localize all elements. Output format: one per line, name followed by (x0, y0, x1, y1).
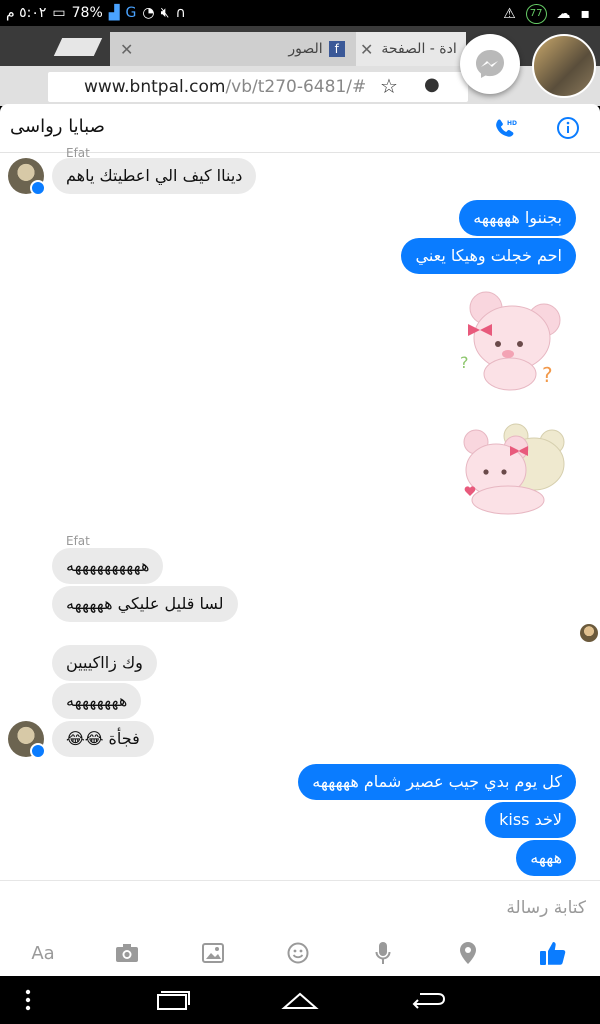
message-bubble[interactable]: لاخد kiss (485, 802, 576, 838)
camera-icon[interactable] (112, 938, 142, 968)
messenger-badge-icon (30, 180, 46, 196)
composer (0, 880, 600, 929)
contact-name[interactable]: صبايا رواسى (10, 116, 105, 137)
url-path: /vb/t270-6481/# (225, 77, 367, 97)
wifi-icon: ◔ (142, 5, 155, 21)
clock: ٥:٠٢ م (6, 5, 47, 21)
message-bubble[interactable]: هههه (516, 840, 576, 876)
browser-tab-photos[interactable]: ✕ الصور f (110, 32, 360, 66)
bear-sticker-question[interactable]: ? ? (458, 286, 568, 396)
message-bubble[interactable]: كل يوم بدي جيب عصير شمام هههههه (298, 764, 576, 800)
url-host: www.bntpal.com (84, 77, 226, 97)
bookmark-star-icon[interactable]: ☆ (380, 74, 398, 98)
status-right: ⚠ 77 ☁ ▪ (503, 4, 590, 24)
overflow-icon: ▪ (580, 6, 591, 22)
headphones-icon: ∩ (175, 5, 186, 21)
message-bubble[interactable]: بجننوا هههههه (459, 200, 576, 236)
home-icon[interactable] (280, 988, 320, 1012)
message-bubble[interactable]: لسا قليل عليكي هههههه (52, 586, 238, 622)
messenger-chat-head[interactable] (460, 34, 520, 94)
network-type: G (125, 5, 137, 21)
gallery-icon[interactable] (198, 938, 228, 968)
messenger-icon (476, 50, 504, 78)
back-icon[interactable] (408, 988, 448, 1012)
system-nav-bar (0, 976, 600, 1024)
facebook-icon: f (328, 41, 345, 57)
message-bubble[interactable]: ههههههههههه (52, 548, 164, 584)
sim-badge: 77 (525, 4, 547, 24)
mic-icon[interactable] (368, 938, 398, 968)
close-tab-icon[interactable]: ✕ (360, 40, 373, 59)
address-field[interactable]: www.bntpal.com/vb/t270-6481/# (48, 72, 468, 102)
message-bubble[interactable]: هههههههه (52, 683, 142, 719)
status-bar: ٥:٠٢ م ▭ 78% ▟ G ◔ 🔇︎ ∩ ⚠ 77 ☁ ▪ (0, 0, 600, 26)
browser-tab-page[interactable]: ✕ ادة - الصفحة (356, 32, 466, 66)
cloud-icon: ☁ (556, 6, 571, 22)
sender-name: Efat (66, 534, 90, 548)
recent-apps-icon[interactable] (152, 988, 192, 1012)
bears-sticker-hug[interactable] (458, 420, 568, 520)
emoji-icon[interactable] (283, 938, 313, 968)
status-left: ٥:٠٢ م ▭ 78% ▟ G ◔ 🔇︎ ∩ (6, 4, 186, 22)
avatar[interactable] (8, 721, 46, 759)
message-input[interactable] (44, 895, 588, 921)
close-tab-icon[interactable]: ✕ (120, 40, 133, 59)
chat-header: صبايا رواسى HD (0, 104, 600, 153)
warning-icon: ⚠ (503, 6, 516, 22)
phone-hd-icon[interactable]: HD (492, 116, 518, 142)
like-icon[interactable] (538, 938, 568, 968)
menu-dots-icon[interactable] (8, 988, 48, 1012)
svg-text:HD: HD (507, 120, 517, 127)
chat-panel: صبايا رواسى HD Efat ديناا كيف الي اعطيتك… (0, 104, 600, 976)
tab-label: الصور (288, 41, 323, 57)
info-icon[interactable] (556, 116, 582, 142)
svg-text:?: ? (542, 363, 553, 387)
message-bubble[interactable]: ديناا كيف الي اعطيتك ياهم (52, 158, 257, 194)
message-bubble[interactable]: وك زااكييين (52, 645, 157, 681)
location-icon[interactable] (453, 938, 483, 968)
composer-toolbar: Aa (0, 930, 600, 976)
tab-label: ادة - الصفحة (381, 41, 457, 57)
battery-percent: 78% (71, 5, 103, 21)
new-tab-placeholder[interactable] (53, 38, 103, 56)
mic-icon[interactable]: ● (424, 74, 440, 95)
battery-icon: ▭ (52, 5, 66, 21)
mute-icon: 🔇︎ (160, 5, 170, 21)
avatar[interactable] (8, 158, 46, 196)
messenger-badge-icon (30, 743, 46, 759)
read-receipt-avatar (580, 624, 598, 642)
message-bubble[interactable]: فجأة 😂😂 (52, 721, 154, 757)
text-format-button[interactable]: Aa (28, 938, 58, 968)
signal-icon: ▟ (108, 5, 120, 21)
contact-chat-head[interactable] (532, 34, 596, 98)
svg-text:?: ? (460, 353, 469, 372)
message-bubble[interactable]: احم خجلت وهيكا يعني (401, 238, 576, 274)
